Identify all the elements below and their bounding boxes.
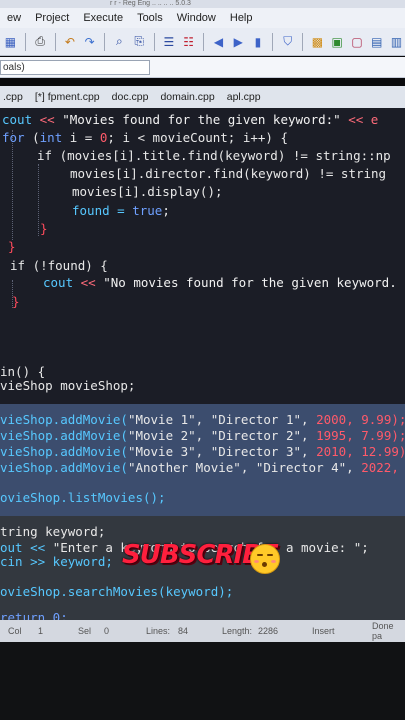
scope-combo-row: oals) — [0, 57, 405, 78]
code-line: vieShop.addMovie("Another Movie", "Direc… — [0, 460, 399, 475]
status-lines-value: 84 — [178, 626, 189, 636]
menu-item-execute[interactable]: Execute — [76, 12, 130, 24]
scope-combo-value: oals) — [3, 61, 25, 73]
code-line: vieShop.addMovie("Movie 2", "Director 2"… — [0, 428, 405, 443]
status-col-label: Col — [8, 626, 22, 636]
toolbar-separator — [272, 32, 274, 51]
undo-icon[interactable]: ↶ — [62, 33, 79, 50]
toolbar-separator — [302, 32, 304, 51]
indent-guide — [12, 130, 14, 240]
code-line: movies[i].display(); — [72, 184, 223, 199]
menu-item-view[interactable]: ew — [0, 12, 28, 24]
toolbar-separator — [153, 32, 155, 51]
code-line: } — [40, 221, 48, 236]
unindent-icon[interactable]: ☷ — [180, 33, 197, 50]
code-line: cin >> keyword; — [0, 554, 113, 569]
code-line: ovieShop.listMovies(); — [0, 490, 166, 505]
find-icon[interactable]: ⌕ — [111, 33, 128, 50]
layout2-icon[interactable]: ▥ — [388, 33, 405, 50]
window-icon[interactable]: ▢ — [349, 33, 366, 50]
code-line: cout << "Movies found for the given keyw… — [2, 112, 379, 127]
print-icon[interactable]: ⎙ — [32, 33, 49, 50]
menu-item-tools[interactable]: Tools — [130, 12, 170, 24]
code-line: if (movies[i].title.find(keyword) != str… — [37, 148, 391, 163]
code-line: } — [12, 294, 20, 309]
toolbar-separator — [104, 32, 106, 51]
bookmark-next-icon[interactable]: ▶ — [230, 33, 247, 50]
toolbar-separator — [54, 32, 56, 51]
code-line: found = true; — [72, 203, 170, 218]
scope-combo[interactable]: oals) — [0, 59, 150, 75]
tab-cpp[interactable]: .cpp — [0, 91, 32, 103]
class-icon[interactable]: ▩ — [309, 33, 326, 50]
code-line: movies[i].director.find(keyword) != stri… — [70, 166, 387, 181]
status-bar: Col 1 Sel 0 Lines: 84 Length: 2286 Inser… — [0, 620, 405, 642]
status-length-value: 2286 — [258, 626, 279, 636]
bookmark-prev-icon[interactable]: ◀ — [210, 33, 227, 50]
toolbar-separator — [203, 32, 205, 51]
tab-fpment[interactable]: [*] fpment.cpp — [32, 91, 109, 103]
code-line: vieShop.addMovie("Movie 1", "Director 1"… — [0, 412, 405, 427]
layout-icon[interactable]: ▤ — [368, 33, 385, 50]
menu-bar: ew Project Execute Tools Window Help — [0, 8, 405, 28]
replace-icon[interactable]: ⎘ — [131, 33, 148, 50]
code-line: } — [8, 239, 16, 254]
code-line: for (int i = 0; i < movieCount; i++) { — [2, 130, 289, 145]
redo-icon[interactable]: ↷ — [81, 33, 98, 50]
status-mode: Insert — [312, 626, 335, 636]
tab-domain[interactable]: domain.cpp — [157, 91, 223, 103]
menu-item-window[interactable]: Window — [170, 12, 223, 24]
monitor-bezel — [0, 642, 405, 720]
status-message: Done pa — [372, 621, 394, 641]
status-sel-value: 0 — [104, 626, 110, 636]
code-line: return 0; — [0, 610, 68, 620]
code-line: vieShop.addMovie("Movie 3", "Director 3"… — [0, 444, 405, 459]
code-line: if (!found) { — [10, 258, 108, 273]
status-col-value: 1 — [38, 626, 44, 636]
status-length-label: Length: — [222, 626, 253, 636]
new-class-icon[interactable]: ▣ — [329, 33, 346, 50]
toolbar-separator — [24, 32, 26, 51]
code-line: tring keyword; — [0, 524, 106, 539]
window-title: r r - Reg Eng .. .. .. .. 5.0.3 — [0, 0, 405, 8]
status-sel-label: Sel — [78, 626, 92, 636]
indent-icon[interactable]: ☰ — [161, 33, 178, 50]
code-line: ovieShop.searchMovies(keyword); — [0, 584, 234, 599]
grid-icon[interactable]: ▦ — [2, 33, 19, 50]
code-line: vieShop movieShop; — [0, 378, 136, 393]
status-lines-label: Lines: — [146, 626, 171, 636]
code-line: cout << "No movies found for the given k… — [43, 275, 397, 290]
tab-doc[interactable]: doc.cpp — [109, 91, 158, 103]
shield-icon[interactable]: ⛉ — [279, 33, 296, 50]
bookmark-icon[interactable]: ▮ — [250, 33, 267, 50]
toolbar: ▦ ⎙ ↶ ↷ ⌕ ⎘ ☰ ☷ ◀ ▶ ▮ ⛉ ▩ ▣ ▢ ▤ ▥ — [0, 28, 405, 56]
menu-item-project[interactable]: Project — [28, 12, 76, 24]
file-tabs: .cpp [*] fpment.cpp doc.cpp domain.cpp a… — [0, 86, 405, 108]
photo-of-ide: r r - Reg Eng .. .. .. .. 5.0.3 ew Proje… — [0, 0, 405, 720]
tab-apl[interactable]: apl.cpp — [224, 91, 270, 103]
menu-item-help[interactable]: Help — [223, 12, 260, 24]
kissing-face-emoji-icon — [250, 544, 280, 574]
